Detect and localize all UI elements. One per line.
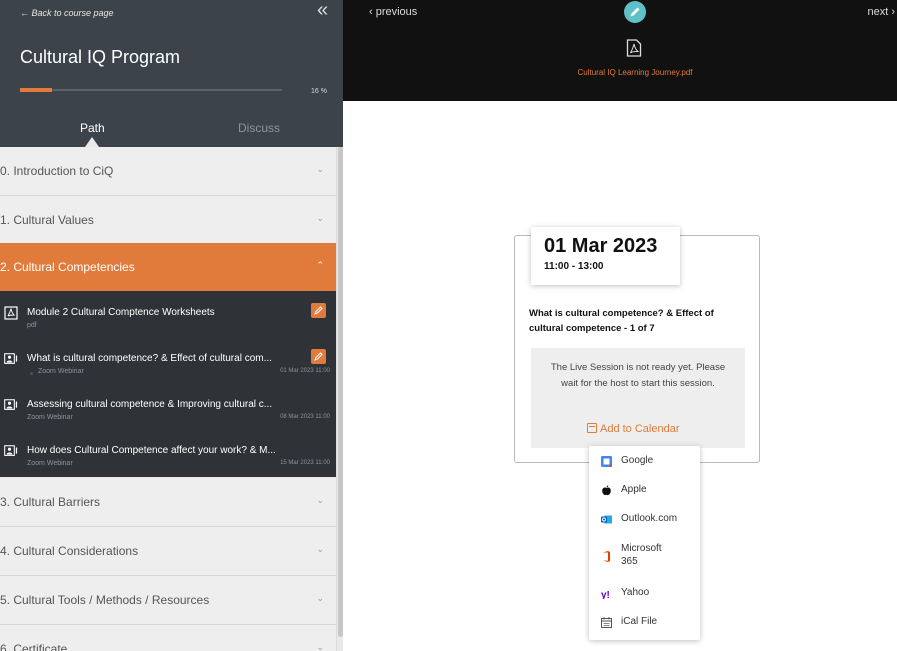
chevron-down-icon: ⌄ — [316, 544, 324, 554]
section-label: 5. Cultural Tools / Methods / Resources — [0, 593, 210, 607]
microsoft-365-icon — [603, 551, 610, 562]
section-label: 4. Cultural Considerations — [0, 544, 139, 558]
chevron-down-icon: ⌄ — [316, 164, 324, 174]
collapse-sidebar-button[interactable]: « — [317, 0, 328, 20]
module-title: How does Cultural Competence affect your… — [27, 445, 276, 456]
program-title: Cultural IQ Program — [20, 47, 181, 67]
calendar-option-label: iCal File — [621, 616, 658, 627]
section-cultural-barriers[interactable]: 3. Cultural Barriers ⌄ — [0, 478, 336, 527]
sidebar-scrollbar[interactable] — [336, 147, 343, 651]
section-label: 6. Certificate — [0, 642, 68, 651]
pencil-icon — [314, 352, 323, 361]
module-title: Assessing cultural competence & Improvin… — [27, 399, 273, 410]
google-calendar-icon — [601, 456, 612, 467]
chevron-down-icon: ⌄ — [316, 213, 324, 223]
calendar-option-label: Apple — [621, 484, 647, 495]
webinar-icon — [4, 399, 18, 410]
chevron-up-icon: ⌃ — [316, 260, 324, 270]
module-type: pdf — [27, 322, 37, 329]
module-type: Zoom Webinar — [27, 460, 73, 467]
module-type: Zoom Webinar — [38, 368, 84, 375]
section-introduction[interactable]: 0. Introduction to CiQ ⌄ — [0, 147, 336, 196]
add-to-calendar-label: Add to Calendar — [600, 423, 680, 435]
previous-button[interactable]: ‹ previous — [369, 6, 417, 18]
session-date: 01 Mar 2023 — [544, 235, 658, 257]
section-label: 1. Cultural Values — [0, 213, 94, 227]
apple-icon — [602, 485, 611, 496]
session-date-box: 01 Mar 2023 11:00 - 13:00 — [531, 227, 680, 285]
tab-discuss[interactable]: Discuss — [238, 121, 280, 135]
module-type: Zoom Webinar — [27, 414, 73, 421]
progress-bar — [20, 88, 282, 92]
section-cultural-considerations[interactable]: 4. Cultural Considerations ⌄ — [0, 527, 336, 576]
module-title: Module 2 Cultural Comptence Worksheets — [27, 307, 215, 318]
session-status-box: The Live Session is not ready yet. Pleas… — [531, 348, 745, 448]
edit-circle-button[interactable] — [624, 1, 646, 23]
calendar-option-label: Microsoft 365 — [621, 543, 662, 567]
pdf-file-link[interactable]: Cultural IQ Learning Journey.pdf — [560, 67, 710, 79]
active-tab-indicator — [85, 137, 99, 147]
pencil-icon — [630, 7, 640, 17]
svg-text:y!: y! — [601, 590, 610, 599]
module-item-webinar-3[interactable]: How does Cultural Competence affect your… — [0, 433, 336, 479]
module-date: 15 Mar 2023 11:00 — [280, 460, 330, 466]
chevron-down-icon: ⌄ — [316, 495, 324, 505]
edit-button[interactable] — [311, 303, 326, 318]
ical-file-icon — [601, 617, 612, 628]
course-sidebar: ← Back to course page « Cultural IQ Prog… — [0, 0, 343, 651]
section-cultural-tools[interactable]: 5. Cultural Tools / Methods / Resources … — [0, 576, 336, 625]
module-list: Module 2 Cultural Comptence Worksheets p… — [0, 291, 336, 477]
webinar-icon — [4, 445, 18, 456]
calendar-option-label: Yahoo — [621, 587, 650, 598]
chevron-down-icon: ⌄ — [316, 593, 324, 603]
outlook-icon — [601, 515, 612, 524]
chevron-down-icon: ⌄ — [316, 642, 324, 651]
section-label: 0. Introduction to CiQ — [0, 164, 114, 178]
calendar-option-label: Google — [621, 455, 654, 466]
next-button[interactable]: next › — [867, 6, 895, 18]
progress-bar-fill — [20, 88, 52, 92]
pencil-icon — [314, 306, 323, 315]
back-to-course-link[interactable]: ← Back to course page — [20, 8, 114, 18]
session-title: What is cultural competence? & Effect of… — [529, 308, 714, 334]
session-status-text: The Live Session is not ready yet. Pleas… — [550, 362, 726, 389]
module-item-webinar-2[interactable]: Assessing cultural competence & Improvin… — [0, 387, 336, 433]
scrollbar-thumb[interactable] — [338, 147, 343, 637]
section-label: 3. Cultural Barriers — [0, 495, 101, 509]
webinar-icon — [4, 353, 18, 364]
module-date: 01 Mar 2023 11:00 — [280, 368, 330, 374]
pdf-icon — [4, 306, 18, 320]
calendar-options-menu: Google Apple Outlook.com Microsoft 365 y… — [589, 446, 700, 640]
sidebar-header: ← Back to course page « Cultural IQ Prog… — [0, 0, 343, 147]
module-item-worksheets[interactable]: Module 2 Cultural Comptence Worksheets p… — [0, 295, 336, 341]
calendar-option-label: Outlook.com — [621, 513, 678, 524]
section-label: 2. Cultural Competencies — [0, 260, 135, 274]
module-title: What is cultural competence? & Effect of… — [27, 353, 272, 364]
section-cultural-competencies[interactable]: 2. Cultural Competencies ⌃ — [0, 243, 336, 292]
module-item-webinar-1[interactable]: What is cultural competence? & Effect of… — [0, 341, 336, 387]
module-date: 08 Mar 2023 11:00 — [280, 414, 330, 420]
session-time: 11:00 - 13:00 — [544, 261, 604, 272]
edit-button[interactable] — [311, 349, 326, 364]
content-topbar: ‹ previous next › Cultural IQ Learning J… — [343, 0, 897, 101]
progress-percent: 16 % — [311, 88, 327, 95]
calendar-icon — [587, 423, 597, 433]
section-cultural-values[interactable]: 1. Cultural Values ⌄ — [0, 196, 336, 245]
pdf-file-icon — [626, 39, 642, 57]
yahoo-icon: y! — [601, 590, 610, 599]
tab-path[interactable]: Path — [80, 121, 105, 135]
status-dot — [30, 372, 33, 375]
add-to-calendar-button[interactable]: Add to Calendar — [587, 422, 680, 435]
section-certificate[interactable]: 6. Certificate ⌄ — [0, 625, 336, 651]
